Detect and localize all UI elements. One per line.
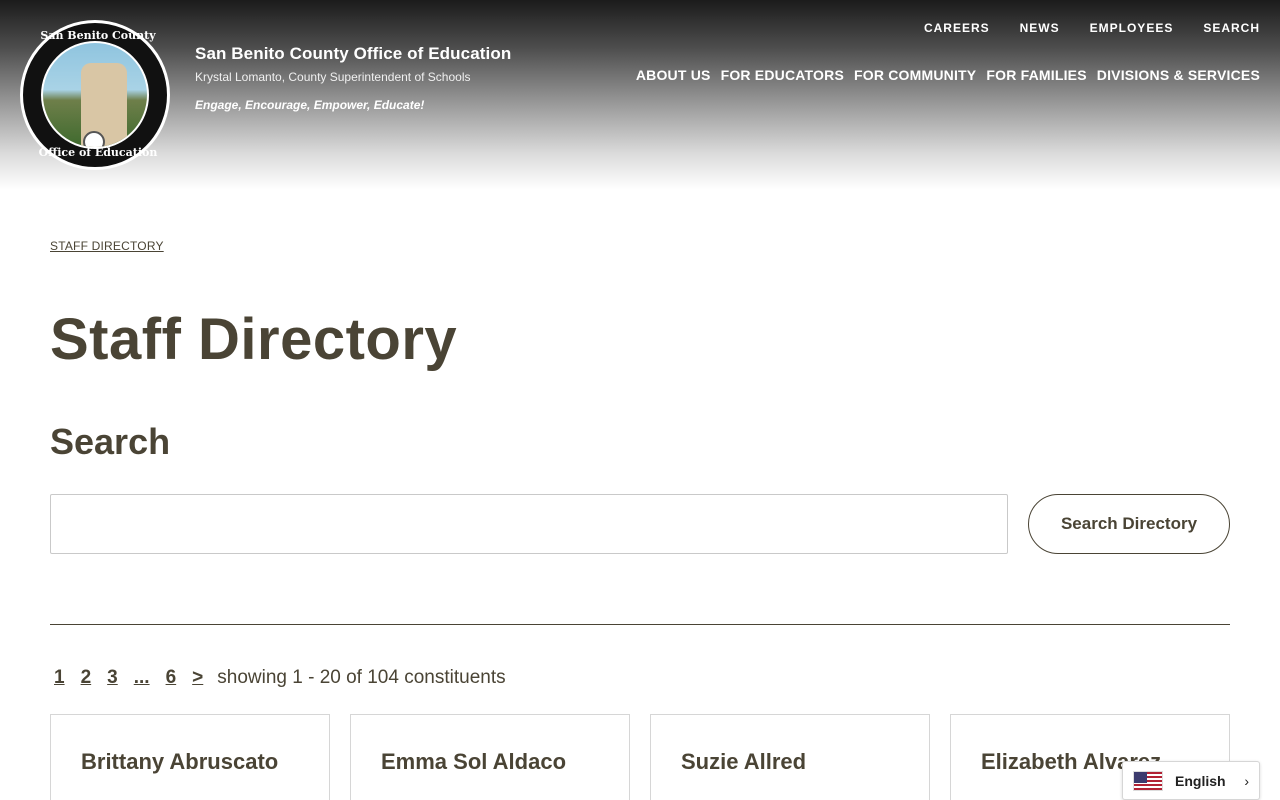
county-seal-logo[interactable]: San Benito County Office of Education [20, 20, 170, 170]
staff-name: Emma Sol Aldaco [381, 749, 567, 774]
nav-employees[interactable]: EMPLOYEES [1090, 21, 1174, 35]
seal-text-bottom: Office of Education [38, 146, 158, 159]
site-header: San Benito County Office of Education Sa… [0, 0, 1280, 190]
org-tagline: Engage, Encourage, Empower, Educate! [195, 98, 425, 112]
staff-card[interactable]: Emma Sol Aldaco [350, 714, 630, 800]
nav-divisions-services[interactable]: DIVISIONS & SERVICES [1097, 67, 1260, 83]
page-link-3[interactable]: 3 [107, 667, 118, 689]
us-flag-icon [1133, 770, 1163, 791]
language-selector[interactable]: English › [1122, 761, 1260, 800]
staff-card[interactable]: Suzie Allred [650, 714, 930, 800]
nav-for-educators[interactable]: FOR EDUCATORS [721, 67, 844, 83]
nav-for-community[interactable]: FOR COMMUNITY [854, 67, 976, 83]
seal-image [41, 41, 149, 149]
divider [50, 624, 1230, 625]
page-link-1[interactable]: 1 [54, 667, 65, 689]
page-link-6[interactable]: 6 [166, 667, 177, 689]
results-count: showing 1 - 20 of 104 constituents [217, 667, 506, 688]
nav-about-us[interactable]: ABOUT US [636, 67, 711, 83]
page-link-ellipsis[interactable]: ... [134, 667, 150, 689]
staff-card-list: Brittany Abruscato Emma Sol Aldaco Suzie… [50, 714, 1230, 800]
chevron-right-icon: › [1244, 772, 1249, 789]
staff-name: Brittany Abruscato [81, 749, 279, 774]
nav-search[interactable]: SEARCH [1203, 21, 1260, 35]
search-input[interactable] [50, 494, 1008, 554]
nav-for-families[interactable]: FOR FAMILIES [986, 67, 1086, 83]
language-label: English [1175, 772, 1226, 789]
search-heading: Search [50, 421, 171, 462]
nav-careers[interactable]: CAREERS [924, 21, 990, 35]
search-directory-button[interactable]: Search Directory [1028, 494, 1230, 554]
breadcrumb[interactable]: STAFF DIRECTORY [50, 239, 164, 253]
org-info: San Benito County Office of Education Kr… [195, 44, 511, 112]
org-name[interactable]: San Benito County Office of Education [195, 44, 511, 64]
page-title: Staff Directory [50, 307, 458, 372]
main-nav: ABOUT US FOR EDUCATORS FOR COMMUNITY FOR… [636, 67, 1260, 83]
seal-text-top: San Benito County [40, 29, 156, 42]
org-subtitle: Krystal Lomanto, County Superintendent o… [195, 70, 471, 84]
page-link-next[interactable]: > [192, 667, 203, 689]
staff-name: Suzie Allred [681, 749, 807, 774]
utility-nav: CAREERS NEWS EMPLOYEES SEARCH [924, 21, 1260, 35]
nav-news[interactable]: NEWS [1020, 21, 1060, 35]
staff-card[interactable]: Brittany Abruscato [50, 714, 330, 800]
pagination: 1 2 3 ... 6 > showing 1 - 20 of 104 cons… [50, 667, 506, 689]
page-link-2[interactable]: 2 [81, 667, 92, 689]
